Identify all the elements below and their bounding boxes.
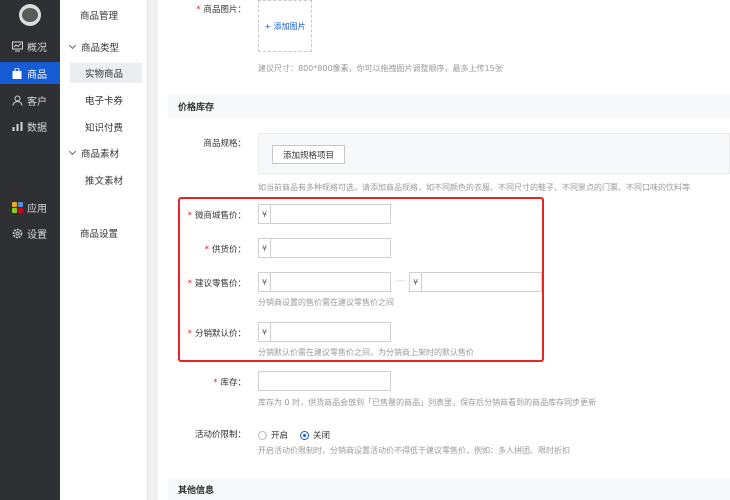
radio-dot-selected — [300, 430, 309, 440]
spec-box: 添加规格项目 — [258, 133, 730, 174]
supply-price-label: * 供货价： — [204, 245, 246, 255]
subnav-label: 知识付费 — [85, 123, 124, 134]
stock-input[interactable] — [258, 371, 391, 391]
chevron-down-icon — [68, 41, 77, 50]
subnav-group-material[interactable]: 商品素材 — [60, 143, 148, 163]
currency-symbol: ¥ — [259, 239, 271, 257]
subnav-label: 商品管理 — [80, 11, 119, 22]
subnav-label: 商品素材 — [81, 149, 120, 160]
goods-image-hint: 建议尺寸：800*800像素，你可以拖拽图片调整顺序，最多上传15张 — [258, 64, 503, 73]
default-dist-price-input[interactable]: ¥ — [258, 322, 391, 342]
goods-image-label: * 商品图片： — [196, 5, 246, 15]
sidebar-item-label: 商品 — [27, 69, 47, 81]
stock-hint: 库存为 0 时，供货商品会放到「已售罄的商品」列表里，保存后分销商看到的商品库存… — [258, 398, 597, 407]
customer-icon — [11, 94, 23, 106]
micro-price-label: * 微商城售价： — [187, 211, 246, 221]
supply-price-input[interactable]: ¥ — [258, 238, 391, 258]
goods-icon — [11, 67, 23, 79]
sidebar-item-label: 客户 — [27, 96, 47, 108]
sidebar-item-label: 数据 — [27, 122, 47, 134]
retail-price-max-input[interactable]: ¥ — [409, 272, 542, 292]
activity-on-radio[interactable]: 开启 — [258, 429, 288, 441]
activity-limit-hint: 开启活动价限制时，分销商设置活动价不得低于建议零售价，例如：多人拼团、限时折扣 — [258, 446, 570, 455]
goods-form: * 商品图片： + 添加图片 建议尺寸：800*800像素，你可以拖拽图片调整顺序… — [158, 0, 730, 500]
add-spec-text: 添加规格项目 — [283, 150, 335, 161]
subnav-goods-settings[interactable]: 商品设置 — [60, 223, 148, 243]
currency-symbol: ¥ — [259, 323, 271, 341]
subnav-label: 实物商品 — [85, 69, 124, 80]
data-icon — [11, 120, 23, 132]
retail-price-min-input[interactable]: ¥ — [258, 272, 391, 292]
stock-label: * 库存： — [213, 378, 246, 388]
subnav-promo-material[interactable]: 推文素材 — [60, 170, 148, 190]
other-info-section-title: 其他信息 — [168, 478, 730, 500]
sidebar-item-overview[interactable]: 概况 — [0, 35, 60, 57]
primary-sidebar: 概况 商品 客户 数据 应用 设置 — [0, 0, 60, 500]
radio-label: 开启 — [271, 431, 289, 441]
spec-hint: 如当前商品有多种规格可选，请添加商品规格，如不同颜色的衣服、不同尺寸的鞋子、不同… — [258, 183, 690, 192]
default-dist-price-label: * 分销默认价： — [187, 329, 246, 339]
subnav-goods-manage[interactable]: 商品管理 — [60, 5, 148, 25]
avatar[interactable] — [19, 4, 41, 26]
sidebar-item-label: 概况 — [27, 42, 47, 54]
currency-symbol: ¥ — [259, 205, 271, 223]
sidebar-item-label: 设置 — [27, 229, 47, 241]
sidebar-item-goods[interactable]: 商品 — [0, 62, 60, 84]
default-dist-price-hint: 分销默认价需在建议零售价之间，为分销商上架时的默认售价 — [258, 348, 474, 357]
overview-icon — [11, 40, 23, 52]
activity-off-radio[interactable]: 关闭 — [300, 429, 330, 441]
price-stock-section-title: 价格库存 — [168, 94, 730, 118]
subnav-physical-goods[interactable]: 实物商品 — [70, 63, 142, 83]
micro-price-input[interactable]: ¥ — [258, 204, 391, 224]
sidebar-item-settings[interactable]: 设置 — [0, 222, 60, 244]
radio-label: 关闭 — [313, 431, 331, 441]
activity-limit-label: 活动价限制： — [194, 430, 246, 440]
subnav-label: 商品类型 — [81, 43, 120, 54]
add-image-button[interactable]: + 添加图片 — [258, 0, 312, 52]
currency-symbol: ¥ — [259, 273, 271, 291]
retail-price-label: * 建议零售价： — [187, 279, 246, 289]
sidebar-item-data[interactable]: 数据 — [0, 115, 60, 137]
subnav-knowledge[interactable]: 知识付费 — [60, 117, 148, 137]
subnav-group-goods-type[interactable]: 商品类型 — [60, 37, 148, 57]
add-spec-button[interactable]: 添加规格项目 — [272, 145, 346, 164]
add-image-text: + 添加图片 — [264, 21, 306, 31]
spec-label: 商品规格： — [203, 139, 246, 149]
range-separator: — — [396, 276, 405, 286]
sidebar-item-customer[interactable]: 客户 — [0, 89, 60, 111]
subnav-label: 推文素材 — [85, 176, 124, 187]
retail-price-hint: 分销商设置的售价需在建议零售价之间 — [258, 298, 394, 307]
settings-icon — [11, 227, 23, 239]
secondary-sidebar: 商品管理 商品类型 实物商品 电子卡券 知识付费 商品素材 推文素材 商品设置 — [60, 0, 148, 500]
subnav-label: 商品设置 — [80, 229, 119, 240]
apps-icon — [11, 201, 23, 213]
sidebar-item-label: 应用 — [27, 203, 47, 215]
subnav-label: 电子卡券 — [85, 96, 124, 107]
radio-dot — [258, 430, 267, 440]
chevron-down-icon — [68, 147, 77, 156]
sidebar-item-apps[interactable]: 应用 — [0, 196, 60, 218]
subnav-ecard[interactable]: 电子卡券 — [60, 90, 148, 110]
currency-symbol: ¥ — [410, 273, 422, 291]
